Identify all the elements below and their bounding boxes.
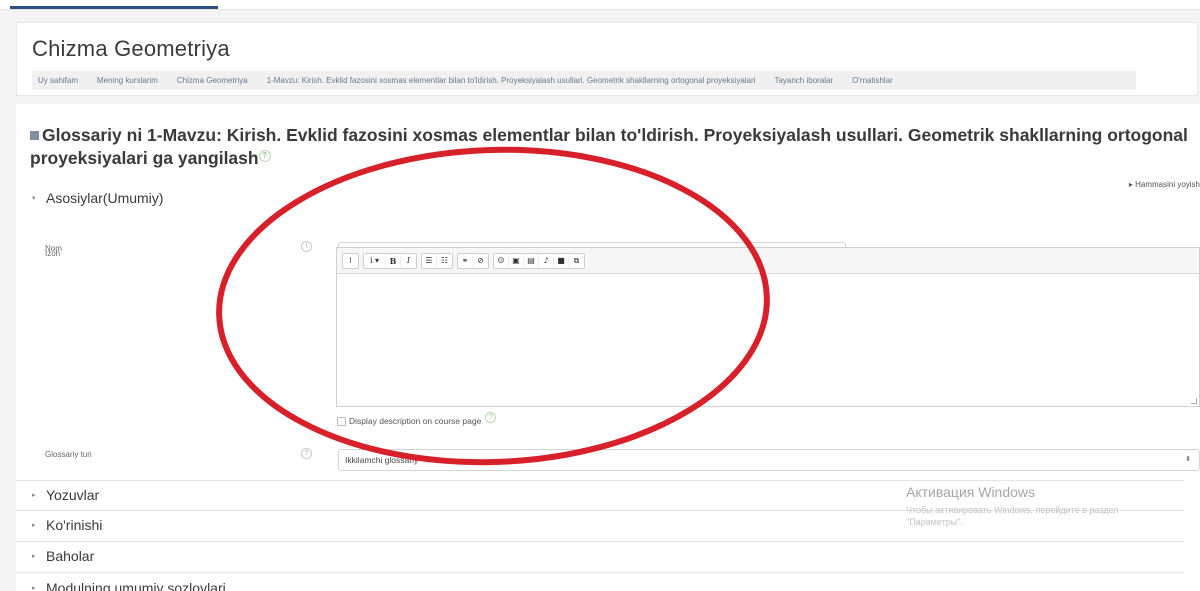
help-icon[interactable]: ?: [301, 448, 312, 459]
expand-all-link[interactable]: ▸ Hammasini yoyish: [1129, 180, 1200, 189]
toolbar-group-collapse: ↿: [342, 252, 359, 269]
display-description-checkbox[interactable]: [337, 416, 346, 426]
expand-all-label: Hammasini yoyish: [1135, 180, 1200, 189]
watermark-line1: Чтобы активировать Windows, перейдите в …: [906, 505, 1119, 515]
glossary-type-select[interactable]: Ikkilamchi glossariy ⬍: [338, 449, 1200, 471]
required-info-icon[interactable]: !: [301, 241, 312, 252]
course-title: Chizma Geometriya: [32, 36, 230, 61]
unordered-list-icon[interactable]: ☰: [422, 253, 437, 268]
chevron-right-icon: ▸: [32, 553, 36, 560]
section-general-title: Asosiylar(Umumiy): [46, 190, 164, 206]
italic-icon[interactable]: I: [401, 254, 416, 268]
paragraph-style-icon[interactable]: i ▾: [364, 253, 386, 268]
breadcrumb-settings: O'rnatishlar: [852, 76, 893, 85]
page-header: Chizma Geometriya Uy sahifam Mening kurs…: [16, 22, 1198, 96]
watermark-title: Активация Windows: [906, 484, 1036, 500]
breadcrumb-topic[interactable]: 1-Mavzu: Kirish. Evklid fazosini xosmas …: [267, 76, 756, 85]
breadcrumb-home[interactable]: Uy sahifam: [38, 76, 78, 85]
display-description-label: Display description on course page: [349, 416, 482, 426]
section-divider: [16, 541, 1184, 542]
page-heading: Glossariy ni 1-Mavzu: Kirish. Evklid faz…: [30, 124, 1190, 170]
section-appearance-title: Ko'rinishi: [46, 517, 103, 533]
editor-toolbar: ↿ i ▾ B I ☰ ☷ ⚭ ⊘ ☺ ▣ ▤ ♪ ■ ⧉: [337, 248, 1199, 274]
top-navbar: [0, 0, 1200, 10]
unlink-icon[interactable]: ⊘: [473, 254, 488, 268]
display-description-option: Display description on course page ?: [337, 411, 497, 426]
section-divider: [16, 480, 1184, 481]
help-icon[interactable]: ?: [258, 150, 271, 162]
link-icon[interactable]: ⚭: [458, 253, 473, 268]
breadcrumb-glossary[interactable]: Tayanch iboralar: [774, 76, 833, 85]
chevron-right-icon: ▸: [32, 585, 36, 591]
glossary-icon: [30, 131, 39, 140]
video-icon[interactable]: ■: [554, 253, 569, 268]
section-entries-title: Yozuvlar: [46, 487, 100, 503]
windows-activation-watermark: Активация Windows Чтобы активировать Win…: [906, 484, 1119, 528]
glossary-type-label: Glossariy turi: [45, 450, 92, 459]
microphone-icon[interactable]: ♪: [539, 253, 554, 268]
manage-files-icon[interactable]: ⧉: [569, 254, 584, 268]
chevron-down-icon: ▾: [32, 195, 36, 202]
media-icon[interactable]: ▤: [524, 253, 539, 268]
ordered-list-icon[interactable]: ☷: [437, 254, 452, 268]
chevron-right-icon: ▸: [32, 522, 36, 529]
toolbar-group-lists: ☰ ☷: [421, 252, 453, 269]
toolbar-group-links: ⚭ ⊘: [457, 252, 489, 269]
section-module-settings-header[interactable]: ▸ Modulning umumiy sozlovlari: [32, 580, 226, 591]
active-nav-indicator: [10, 6, 218, 9]
toolbar-group-style: i ▾ B I: [363, 252, 417, 269]
emoji-icon[interactable]: ☺: [494, 253, 509, 268]
section-divider: [16, 572, 1184, 573]
toolbar-toggle-icon[interactable]: ↿: [343, 254, 358, 268]
description-label: Izoh: [45, 249, 61, 258]
section-grades-title: Baholar: [46, 548, 95, 564]
resize-handle[interactable]: [1191, 398, 1197, 404]
watermark-line2: "Параметры".: [906, 517, 963, 527]
section-entries-header[interactable]: ▸ Yozuvlar: [32, 487, 99, 503]
image-icon[interactable]: ▣: [509, 253, 524, 268]
section-grades-header[interactable]: ▸ Baholar: [32, 548, 94, 564]
section-appearance-header[interactable]: ▸ Ko'rinishi: [32, 517, 102, 533]
description-editor[interactable]: ↿ i ▾ B I ☰ ☷ ⚭ ⊘ ☺ ▣ ▤ ♪ ■ ⧉: [336, 247, 1200, 407]
breadcrumb-course[interactable]: Chizma Geometriya: [177, 76, 248, 85]
glossary-type-selected: Ikkilamchi glossariy: [345, 455, 419, 465]
select-arrow-icon: ⬍: [1185, 456, 1191, 463]
bold-icon[interactable]: B: [386, 253, 401, 268]
chevron-right-icon: ▸: [32, 492, 36, 499]
toolbar-group-media: ☺ ▣ ▤ ♪ ■ ⧉: [493, 252, 585, 269]
help-icon[interactable]: ?: [485, 411, 497, 423]
section-general-header[interactable]: ▾ Asosiylar(Umumiy): [32, 190, 163, 206]
breadcrumb: Uy sahifam Mening kurslarim Chizma Geome…: [32, 71, 1136, 90]
breadcrumb-my-courses[interactable]: Mening kurslarim: [97, 76, 158, 85]
editor-text-area[interactable]: [337, 274, 1199, 406]
page-heading-text: Glossariy ni 1-Mavzu: Kirish. Evklid faz…: [30, 125, 1188, 168]
section-module-settings-title: Modulning umumiy sozlovlari: [46, 580, 226, 591]
